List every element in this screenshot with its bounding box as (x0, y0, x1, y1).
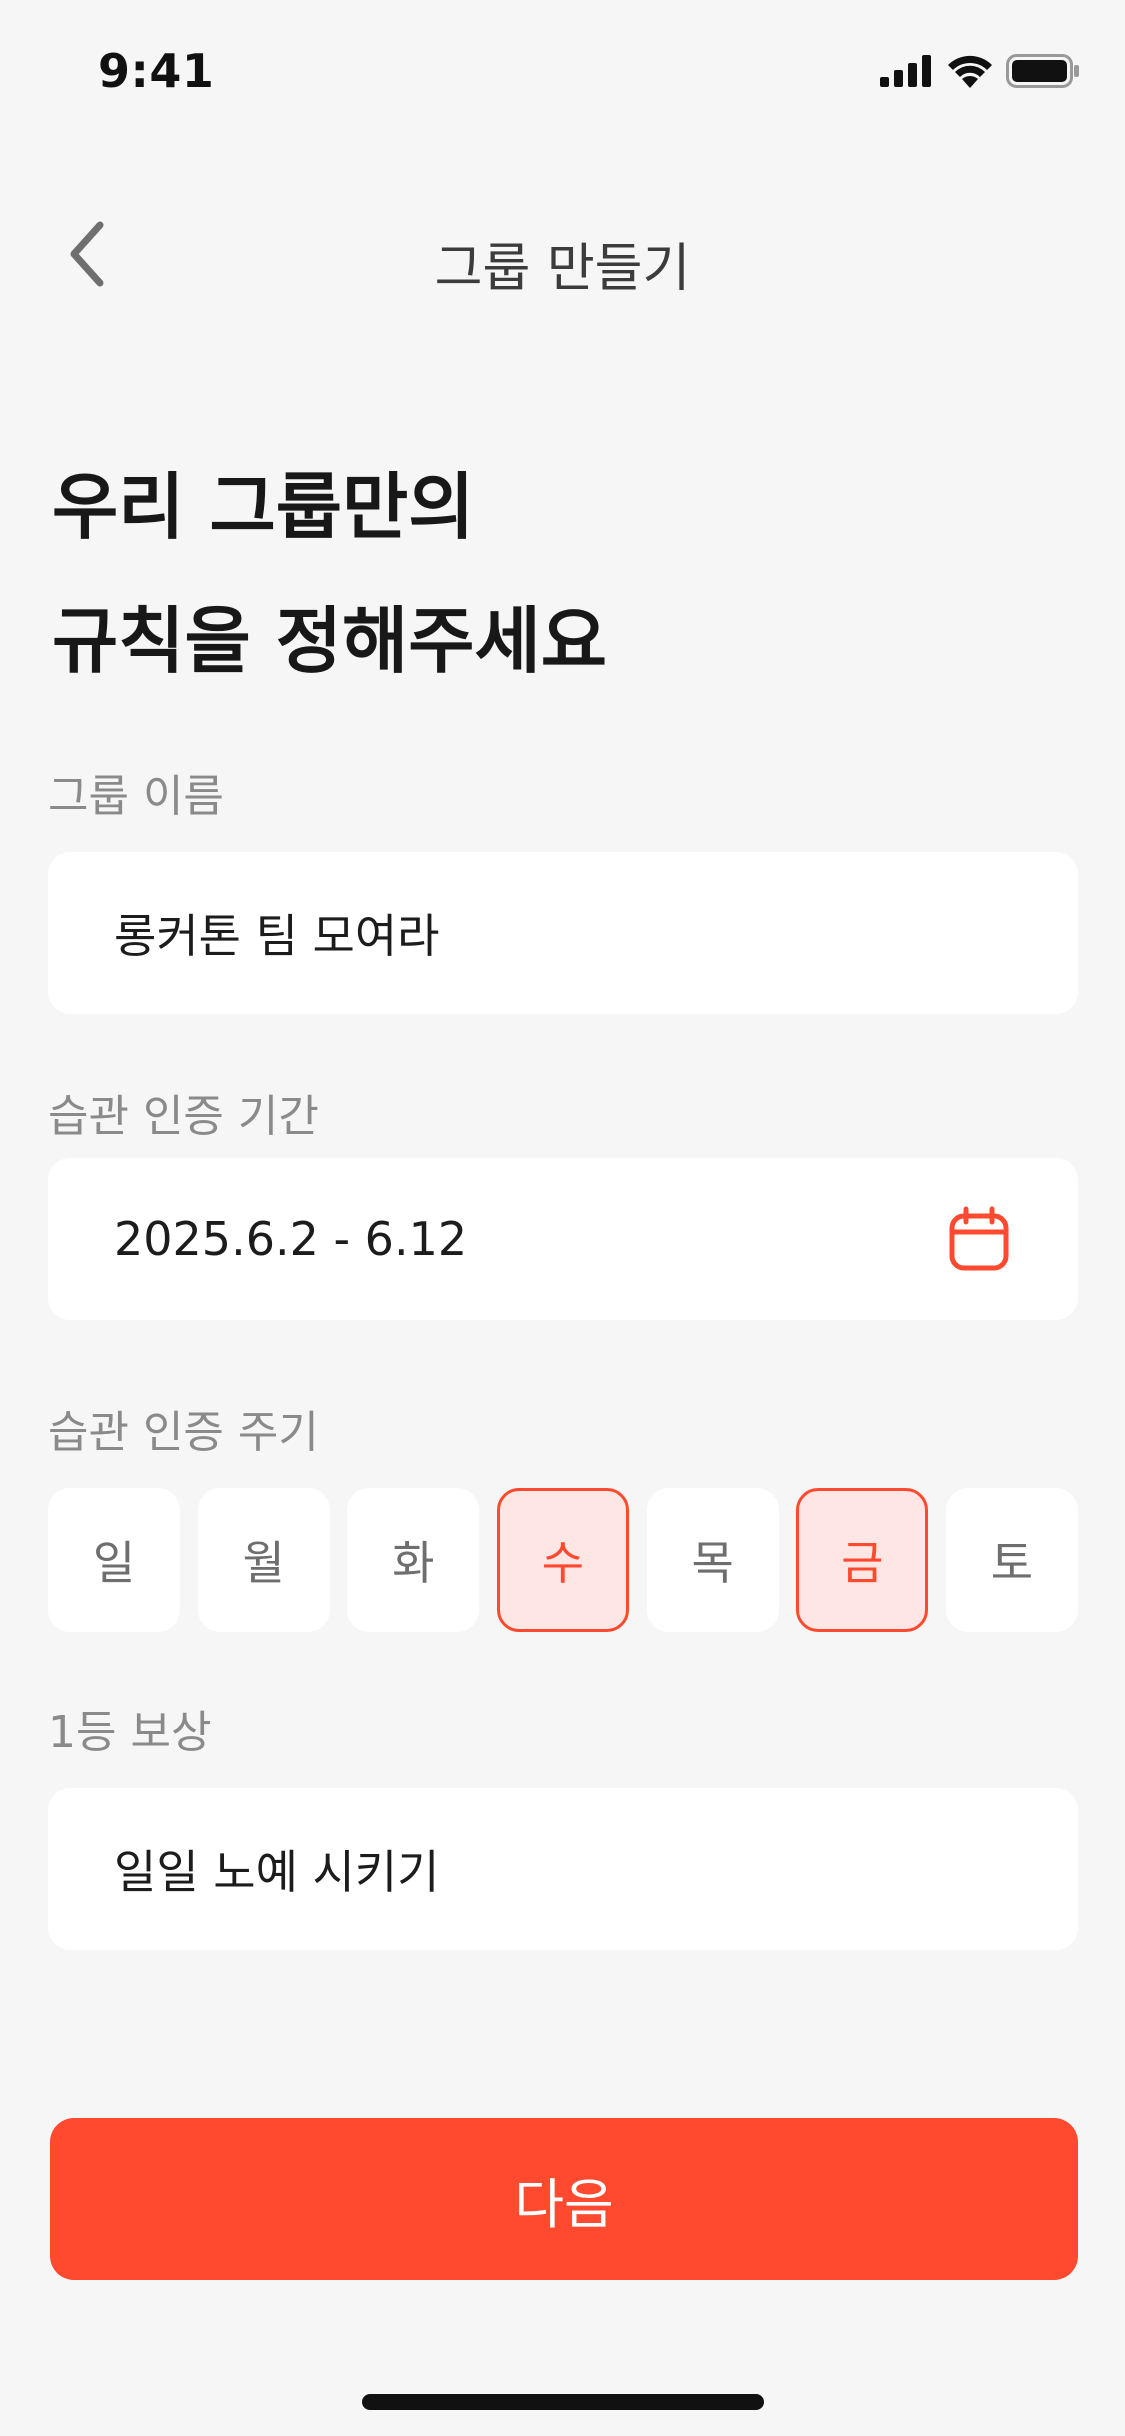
day-button[interactable]: 일 (48, 1488, 180, 1632)
status-time: 9:41 (98, 44, 215, 98)
home-indicator (362, 2394, 764, 2410)
create-group-screen: 9:41 그룹 만들기 우리 그룹만의 규칙을 정해주세요 그룹 이름 롱커톤 … (0, 0, 1125, 2436)
day-button[interactable]: 목 (646, 1488, 779, 1632)
headline-line-1: 우리 그룹만의 (52, 465, 475, 549)
period-label: 습관 인증 기간 (48, 1091, 319, 1142)
day-button[interactable]: 수 (496, 1488, 629, 1632)
group-name-value: 롱커톤 팀 모여라 (114, 909, 440, 963)
group-name-label: 그룹 이름 (48, 771, 224, 822)
wifi-icon (948, 55, 992, 88)
cycle-label: 습관 인증 주기 (48, 1407, 319, 1458)
battery-icon (1006, 54, 1079, 88)
period-input[interactable]: 2025.6.2 - 6.12 (48, 1158, 1078, 1320)
reward-label: 1등 보상 (48, 1707, 212, 1758)
day-button[interactable]: 월 (197, 1488, 330, 1632)
status-icons (880, 54, 1080, 88)
period-value: 2025.6.2 - 6.12 (114, 1212, 468, 1266)
day-selector: 일월화수목금토 (48, 1488, 1078, 1632)
day-button[interactable]: 토 (945, 1488, 1078, 1632)
reward-value: 일일 노예 시키기 (114, 1845, 440, 1899)
reward-input[interactable]: 일일 노예 시키기 (48, 1788, 1078, 1950)
calendar-icon[interactable] (948, 1206, 1010, 1272)
status-bar: 9:41 (0, 0, 1125, 140)
next-button[interactable]: 다음 (50, 2118, 1078, 2280)
day-button[interactable]: 금 (796, 1488, 929, 1632)
headline-line-2: 규칙을 정해주세요 (52, 599, 607, 683)
day-button[interactable]: 화 (347, 1488, 480, 1632)
group-name-input[interactable]: 롱커톤 팀 모여라 (48, 852, 1078, 1014)
page-title: 그룹 만들기 (434, 239, 691, 299)
cellular-signal-icon (880, 55, 931, 87)
headline: 우리 그룹만의 규칙을 정해주세요 (52, 440, 607, 708)
